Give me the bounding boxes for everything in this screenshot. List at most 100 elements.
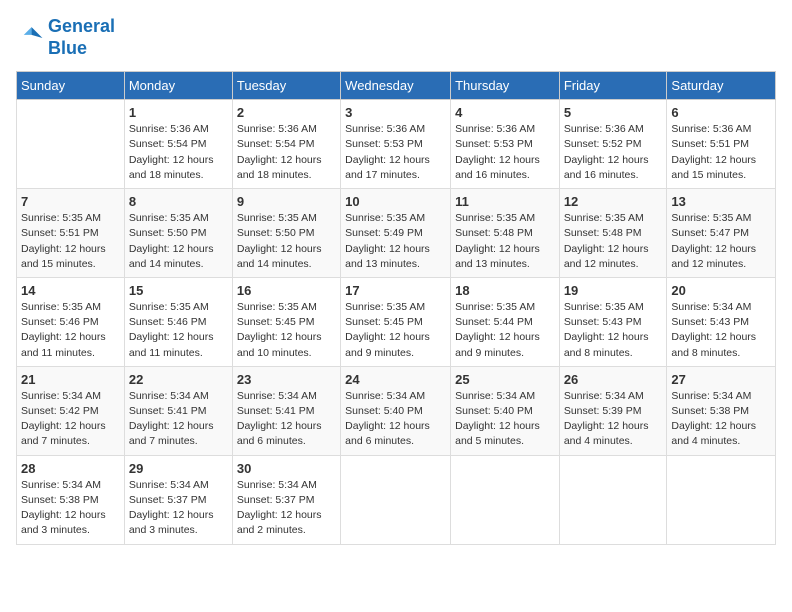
day-number: 6	[671, 105, 771, 120]
calendar-cell: 21 Sunrise: 5:34 AMSunset: 5:42 PMDayligh…	[17, 366, 125, 455]
calendar-cell: 18 Sunrise: 5:35 AMSunset: 5:44 PMDayligh…	[451, 277, 560, 366]
day-number: 18	[455, 283, 555, 298]
day-number: 26	[564, 372, 663, 387]
day-detail: Sunrise: 5:35 AMSunset: 5:51 PMDaylight:…	[21, 211, 120, 272]
day-number: 23	[237, 372, 336, 387]
day-detail: Sunrise: 5:34 AMSunset: 5:39 PMDaylight:…	[564, 389, 663, 450]
calendar-cell: 13 Sunrise: 5:35 AMSunset: 5:47 PMDayligh…	[667, 189, 776, 278]
day-detail: Sunrise: 5:36 AMSunset: 5:54 PMDaylight:…	[237, 122, 336, 183]
calendar-cell: 11 Sunrise: 5:35 AMSunset: 5:48 PMDayligh…	[451, 189, 560, 278]
day-number: 5	[564, 105, 663, 120]
day-detail: Sunrise: 5:34 AMSunset: 5:40 PMDaylight:…	[345, 389, 446, 450]
calendar-cell: 24 Sunrise: 5:34 AMSunset: 5:40 PMDayligh…	[341, 366, 451, 455]
day-detail: Sunrise: 5:34 AMSunset: 5:38 PMDaylight:…	[671, 389, 771, 450]
day-detail: Sunrise: 5:34 AMSunset: 5:41 PMDaylight:…	[237, 389, 336, 450]
day-number: 1	[129, 105, 228, 120]
day-detail: Sunrise: 5:34 AMSunset: 5:41 PMDaylight:…	[129, 389, 228, 450]
day-detail: Sunrise: 5:34 AMSunset: 5:43 PMDaylight:…	[671, 300, 771, 361]
day-detail: Sunrise: 5:35 AMSunset: 5:50 PMDaylight:…	[237, 211, 336, 272]
day-number: 16	[237, 283, 336, 298]
calendar-cell: 5 Sunrise: 5:36 AMSunset: 5:52 PMDaylight…	[559, 100, 667, 189]
day-detail: Sunrise: 5:36 AMSunset: 5:53 PMDaylight:…	[455, 122, 555, 183]
day-detail: Sunrise: 5:35 AMSunset: 5:48 PMDaylight:…	[564, 211, 663, 272]
calendar-cell: 28 Sunrise: 5:34 AMSunset: 5:38 PMDayligh…	[17, 455, 125, 544]
day-detail: Sunrise: 5:35 AMSunset: 5:47 PMDaylight:…	[671, 211, 771, 272]
calendar-cell: 14 Sunrise: 5:35 AMSunset: 5:46 PMDayligh…	[17, 277, 125, 366]
day-detail: Sunrise: 5:35 AMSunset: 5:44 PMDaylight:…	[455, 300, 555, 361]
calendar-cell: 23 Sunrise: 5:34 AMSunset: 5:41 PMDayligh…	[232, 366, 340, 455]
day-number: 27	[671, 372, 771, 387]
day-detail: Sunrise: 5:35 AMSunset: 5:45 PMDaylight:…	[237, 300, 336, 361]
day-number: 25	[455, 372, 555, 387]
day-detail: Sunrise: 5:36 AMSunset: 5:54 PMDaylight:…	[129, 122, 228, 183]
calendar-cell: 4Sunrise: 5:36 AMSunset: 5:53 PMDaylight…	[451, 100, 560, 189]
day-detail: Sunrise: 5:34 AMSunset: 5:37 PMDaylight:…	[237, 478, 336, 539]
day-number: 29	[129, 461, 228, 476]
day-number: 19	[564, 283, 663, 298]
calendar-cell: 1 Sunrise: 5:36 AMSunset: 5:54 PMDaylight…	[124, 100, 232, 189]
calendar-cell: 29 Sunrise: 5:34 AMSunset: 5:37 PMDayligh…	[124, 455, 232, 544]
col-header-friday: Friday	[559, 72, 667, 100]
day-number: 12	[564, 194, 663, 209]
day-number: 24	[345, 372, 446, 387]
day-number: 11	[455, 194, 555, 209]
calendar-cell: 9 Sunrise: 5:35 AMSunset: 5:50 PMDaylight…	[232, 189, 340, 278]
calendar-cell	[451, 455, 560, 544]
calendar-table: SundayMondayTuesdayWednesdayThursdayFrid…	[16, 71, 776, 544]
calendar-cell: 8 Sunrise: 5:35 AMSunset: 5:50 PMDaylight…	[124, 189, 232, 278]
day-detail: Sunrise: 5:35 AMSunset: 5:43 PMDaylight:…	[564, 300, 663, 361]
day-detail: Sunrise: 5:35 AMSunset: 5:45 PMDaylight:…	[345, 300, 446, 361]
day-number: 17	[345, 283, 446, 298]
calendar-cell: 2 Sunrise: 5:36 AMSunset: 5:54 PMDaylight…	[232, 100, 340, 189]
logo-icon	[16, 24, 44, 52]
day-detail: Sunrise: 5:35 AMSunset: 5:49 PMDaylight:…	[345, 211, 446, 272]
calendar-cell: 15 Sunrise: 5:35 AMSunset: 5:46 PMDayligh…	[124, 277, 232, 366]
day-number: 13	[671, 194, 771, 209]
logo-text: General Blue	[48, 16, 115, 59]
day-number: 28	[21, 461, 120, 476]
calendar-cell: 22 Sunrise: 5:34 AMSunset: 5:41 PMDayligh…	[124, 366, 232, 455]
day-detail: Sunrise: 5:34 AMSunset: 5:37 PMDaylight:…	[129, 478, 228, 539]
col-header-monday: Monday	[124, 72, 232, 100]
calendar-cell: 16 Sunrise: 5:35 AMSunset: 5:45 PMDayligh…	[232, 277, 340, 366]
day-number: 14	[21, 283, 120, 298]
calendar-cell: 10 Sunrise: 5:35 AMSunset: 5:49 PMDayligh…	[341, 189, 451, 278]
calendar-cell	[17, 100, 125, 189]
day-number: 2	[237, 105, 336, 120]
day-detail: Sunrise: 5:34 AMSunset: 5:42 PMDaylight:…	[21, 389, 120, 450]
calendar-cell: 26 Sunrise: 5:34 AMSunset: 5:39 PMDayligh…	[559, 366, 667, 455]
day-detail: Sunrise: 5:34 AMSunset: 5:40 PMDaylight:…	[455, 389, 555, 450]
calendar-cell	[559, 455, 667, 544]
day-detail: Sunrise: 5:35 AMSunset: 5:46 PMDaylight:…	[129, 300, 228, 361]
day-number: 10	[345, 194, 446, 209]
logo: General Blue	[16, 16, 115, 59]
calendar-cell: 12 Sunrise: 5:35 AMSunset: 5:48 PMDayligh…	[559, 189, 667, 278]
day-detail: Sunrise: 5:36 AMSunset: 5:52 PMDaylight:…	[564, 122, 663, 183]
col-header-sunday: Sunday	[17, 72, 125, 100]
day-number: 3	[345, 105, 446, 120]
col-header-tuesday: Tuesday	[232, 72, 340, 100]
calendar-cell	[341, 455, 451, 544]
day-number: 20	[671, 283, 771, 298]
day-number: 30	[237, 461, 336, 476]
col-header-thursday: Thursday	[451, 72, 560, 100]
calendar-cell: 6Sunrise: 5:36 AMSunset: 5:51 PMDaylight…	[667, 100, 776, 189]
calendar-cell: 27 Sunrise: 5:34 AMSunset: 5:38 PMDayligh…	[667, 366, 776, 455]
day-detail: Sunrise: 5:35 AMSunset: 5:50 PMDaylight:…	[129, 211, 228, 272]
day-detail: Sunrise: 5:35 AMSunset: 5:46 PMDaylight:…	[21, 300, 120, 361]
day-detail: Sunrise: 5:34 AMSunset: 5:38 PMDaylight:…	[21, 478, 120, 539]
calendar-cell: 7Sunrise: 5:35 AMSunset: 5:51 PMDaylight…	[17, 189, 125, 278]
calendar-cell: 30 Sunrise: 5:34 AMSunset: 5:37 PMDayligh…	[232, 455, 340, 544]
calendar-cell: 25 Sunrise: 5:34 AMSunset: 5:40 PMDayligh…	[451, 366, 560, 455]
calendar-cell	[667, 455, 776, 544]
day-number: 8	[129, 194, 228, 209]
day-number: 9	[237, 194, 336, 209]
calendar-cell: 17 Sunrise: 5:35 AMSunset: 5:45 PMDayligh…	[341, 277, 451, 366]
day-number: 22	[129, 372, 228, 387]
day-detail: Sunrise: 5:35 AMSunset: 5:48 PMDaylight:…	[455, 211, 555, 272]
col-header-wednesday: Wednesday	[341, 72, 451, 100]
day-number: 21	[21, 372, 120, 387]
calendar-cell: 19 Sunrise: 5:35 AMSunset: 5:43 PMDayligh…	[559, 277, 667, 366]
day-number: 15	[129, 283, 228, 298]
calendar-cell: 3Sunrise: 5:36 AMSunset: 5:53 PMDaylight…	[341, 100, 451, 189]
